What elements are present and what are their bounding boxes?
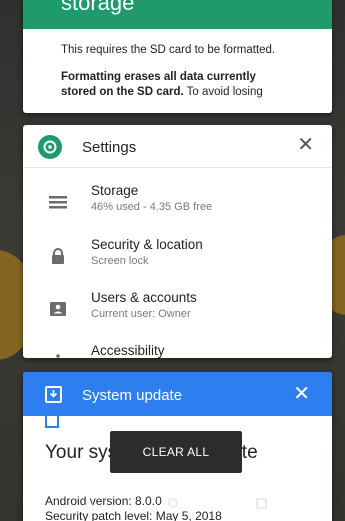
settings-item-title: Users & accounts — [91, 290, 197, 305]
clear-all-button[interactable]: CLEAR ALL — [110, 431, 242, 473]
recent-app-card-settings[interactable]: Settings ✕ Storage 46% used - 4.35 GB fr… — [23, 125, 332, 358]
storage-body: This requires the SD card to be formatte… — [23, 29, 332, 100]
accessibility-icon — [49, 353, 67, 358]
settings-item-subtitle: Current user: Owner — [91, 308, 191, 320]
settings-item-users[interactable]: Users & accounts Current user: Owner — [23, 290, 332, 342]
settings-item-subtitle: Screen lock — [91, 255, 149, 267]
settings-item-title: Accessibility — [91, 343, 165, 358]
settings-item-title: Storage — [91, 183, 139, 198]
home-icon[interactable] — [168, 498, 178, 508]
settings-app-title: Settings — [82, 139, 137, 156]
update-app-title: System update — [82, 387, 183, 404]
settings-card-header: Settings ✕ — [23, 125, 332, 168]
settings-gear-icon — [38, 135, 62, 159]
update-status-icon — [45, 416, 59, 428]
recents-icon[interactable] — [256, 498, 267, 509]
update-close-icon[interactable]: ✕ — [293, 384, 310, 404]
update-card-header: System update ✕ — [23, 372, 332, 416]
storage-header: storage — [23, 0, 332, 29]
account-icon — [49, 300, 67, 318]
lock-icon — [49, 247, 67, 265]
storage-icon — [49, 193, 67, 211]
recent-app-card-storage[interactable]: storage This requires the SD card to be … — [23, 0, 332, 113]
storage-warning: Formatting erases all data currently sto… — [61, 70, 294, 100]
storage-warning-rest: To avoid losing — [183, 86, 263, 98]
back-icon[interactable]: ◁ — [82, 496, 93, 513]
storage-body-text: This requires the SD card to be formatte… — [61, 44, 276, 56]
navigation-bar: ◁ — [0, 491, 345, 521]
settings-item-storage[interactable]: Storage 46% used - 4.35 GB free — [23, 183, 332, 235]
settings-close-icon[interactable]: ✕ — [297, 135, 314, 155]
storage-title: storage — [61, 0, 135, 15]
download-icon — [45, 386, 62, 403]
settings-item-subtitle: 46% used - 4.35 GB free — [91, 201, 213, 213]
settings-item-accessibility[interactable]: Accessibility — [23, 343, 332, 358]
settings-item-security[interactable]: Security & location Screen lock — [23, 237, 332, 289]
settings-item-title: Security & location — [91, 237, 203, 252]
